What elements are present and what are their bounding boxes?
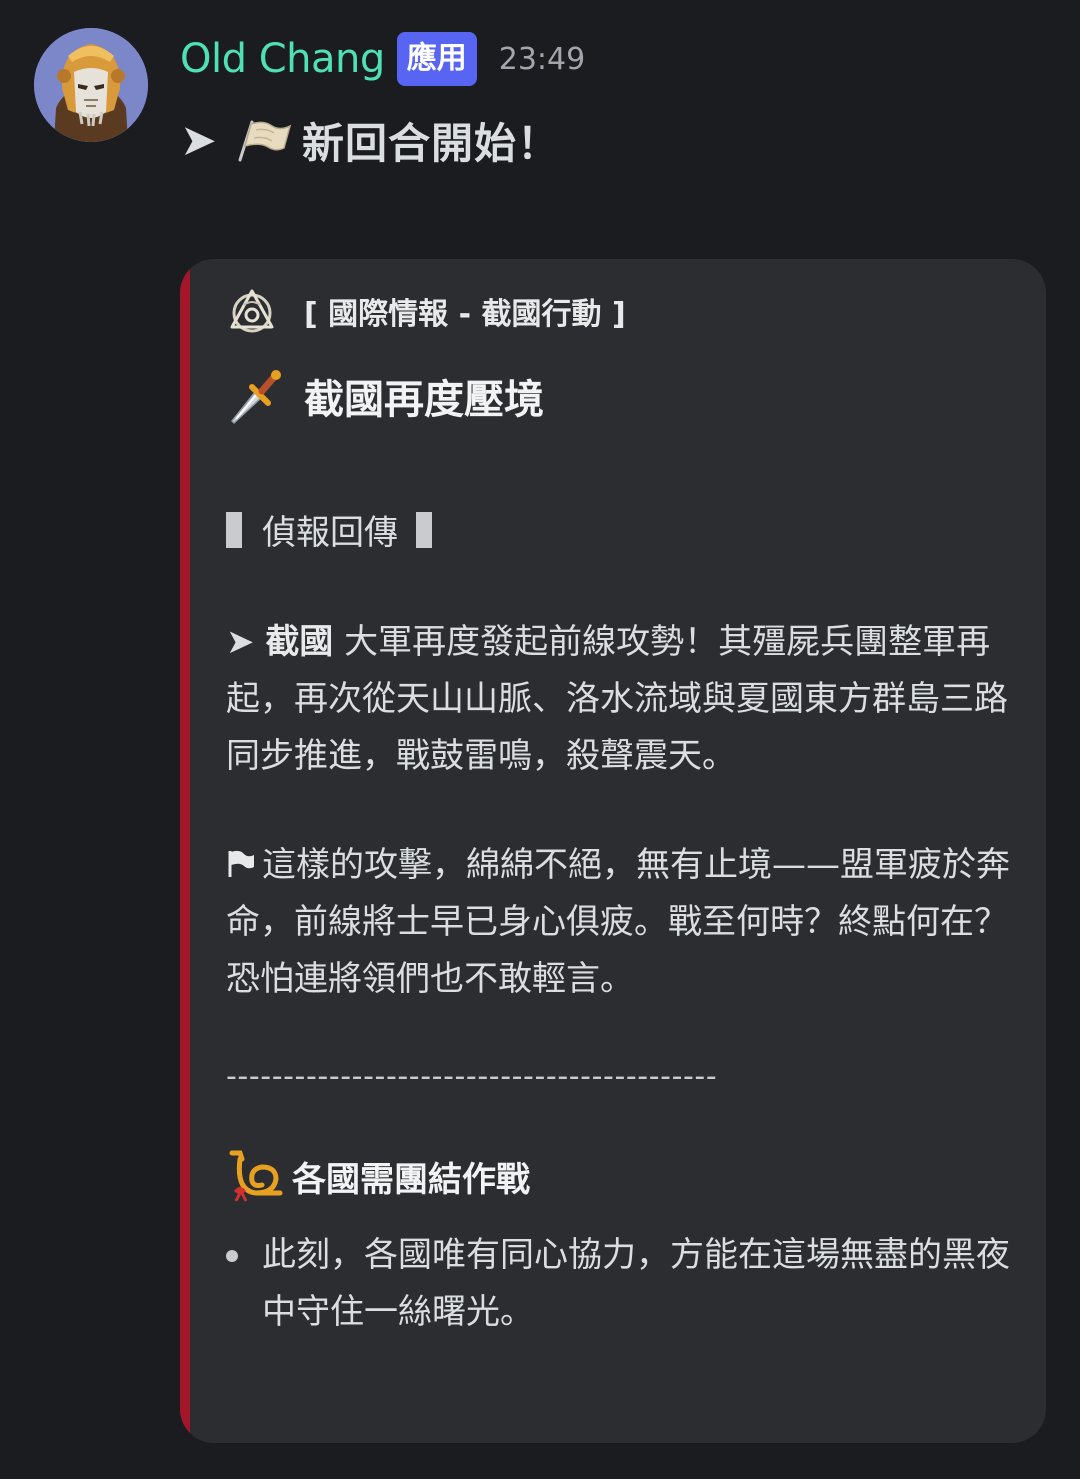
section-heading: 偵報回傳 [226,505,432,554]
postal-horn-icon [229,1150,283,1202]
embed-accent-bar [180,259,190,1443]
bullet-dot [226,1250,238,1262]
paragraph-text: 這樣的攻擊，綿綿不絕，無有止境——盟軍疲於奔命，前線將士早已身心俱疲。戰至何時？… [226,845,1010,999]
message-content: ➤ 新回合開始！ [180,108,560,172]
section-heading-text: 偵報回傳 [262,513,398,553]
embed-content: [ 國際情報 - 截國行動 ] 截國再度壓境 偵報回傳 ➤ 截國 大軍再度發起前… [226,259,1010,1443]
bullet-text: 此刻，各國唯有同心協力，方能在這場無盡的黑夜中守住一絲曙光。 [262,1235,1010,1332]
field-title-text: 各國需團結作戰 [292,1159,530,1200]
field-bullet-list: 此刻，各國唯有同心協力，方能在這場無盡的黑夜中守住一絲曙光。 [226,1227,1026,1341]
message-text: 新回合開始！ [302,118,561,168]
triangle-crest-icon [230,289,274,333]
arrow-glyph: ➤ [226,622,255,662]
list-item: 此刻，各國唯有同心協力，方能在這場無盡的黑夜中守住一絲曙光。 [226,1227,1026,1341]
app-badge: 應用 [396,32,477,86]
message-timestamp[interactable]: 23:49 [499,42,585,77]
intel-paragraph-2: 這樣的攻擊，綿綿不絕，無有止境——盟軍疲於奔命，前線將士早已身心俱疲。戰至何時？… [226,837,1016,1008]
arrow-glyph: ➤ [180,114,217,166]
embed-title-text: 截國再度壓境 [304,377,544,423]
message-header: Old Chang 應用 23:49 [180,28,585,90]
block-left [226,511,242,548]
divider-line: ----------------------------------------… [226,1059,718,1094]
dagger-icon [230,370,281,425]
embed-card: [ 國際情報 - 截國行動 ] 截國再度壓境 偵報回傳 ➤ 截國 大軍再度發起前… [180,259,1046,1443]
block-right [416,511,432,548]
user-avatar[interactable] [34,28,148,142]
embed-author-name: [ 國際情報 - 截國行動 ] [304,297,626,332]
username[interactable]: Old Chang [180,36,385,82]
bold-nation-name: 截國 [265,622,334,662]
embed-title: 截國再度壓境 [226,367,544,425]
paragraph-text: 大軍再度發起前線攻勢！其殭屍兵團整軍再起，再次從天山山脈、洛水流域與夏國東方群島… [226,622,1008,776]
embed-author: [ 國際情報 - 截國行動 ] [228,287,626,335]
armored-knight-avatar-icon [34,28,148,142]
waving-flag-icon [238,120,292,162]
flag-icon [228,850,254,877]
intel-paragraph-1: ➤ 截國 大軍再度發起前線攻勢！其殭屍兵團整軍再起，再次從天山山脈、洛水流域與夏… [226,614,1016,785]
field-title: 各國需團結作戰 [226,1147,530,1205]
